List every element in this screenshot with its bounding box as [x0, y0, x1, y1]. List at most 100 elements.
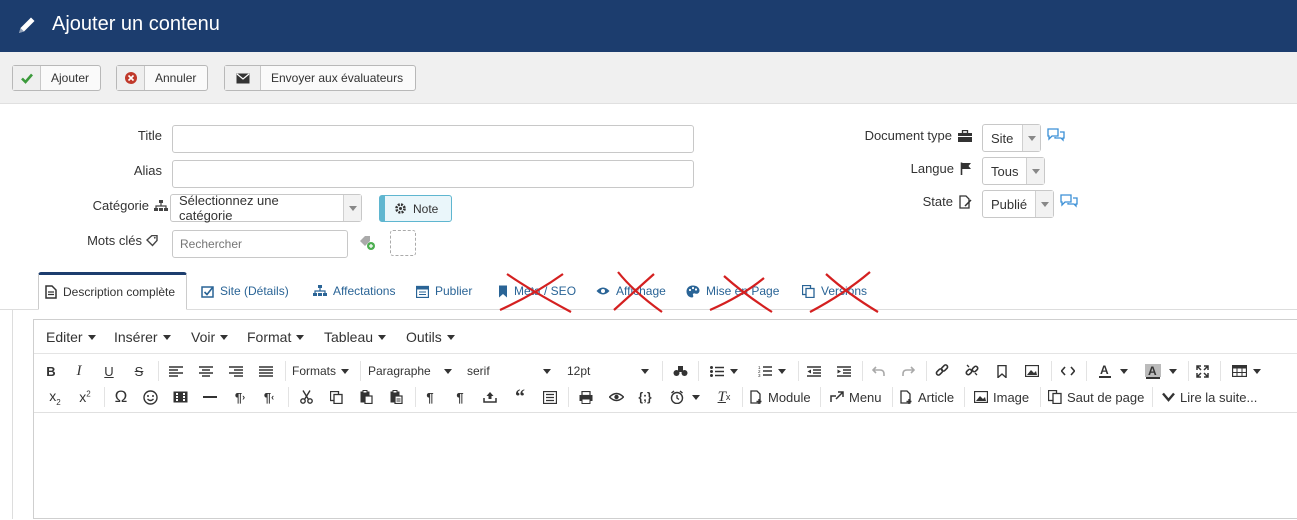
block-format-dropdown[interactable]: Paragraphe: [368, 358, 452, 384]
italic-button[interactable]: I: [68, 358, 90, 384]
insert-menu-button[interactable]: Menu: [826, 384, 886, 410]
insert-article-button[interactable]: Article: [896, 384, 958, 410]
menu-editer[interactable]: Editer: [46, 329, 96, 345]
doctype-select[interactable]: Site: [982, 124, 1041, 152]
code-sample-icon[interactable]: {;}: [632, 384, 658, 410]
paragraph-icon[interactable]: ¶: [418, 384, 442, 410]
numbered-list-icon[interactable]: 123: [752, 358, 792, 384]
emoticon-icon[interactable]: [138, 384, 162, 410]
add-tag-icon[interactable]: [359, 235, 377, 251]
file-add-icon: [900, 390, 912, 404]
source-code-icon[interactable]: [1056, 358, 1080, 384]
send-to-reviewers-button[interactable]: Envoyer aux évaluateurs: [224, 65, 416, 91]
table-icon[interactable]: [1226, 358, 1266, 384]
preview-eye-icon[interactable]: [604, 384, 628, 410]
state-label: State: [860, 194, 972, 209]
insert-image-button[interactable]: Image: [970, 384, 1033, 410]
tab-panel-border: [12, 310, 13, 519]
template-icon[interactable]: [538, 384, 562, 410]
picture-icon: [974, 391, 988, 403]
chevron-down-icon: [1035, 191, 1053, 217]
strikethrough-button[interactable]: S: [128, 358, 150, 384]
tab-site-details[interactable]: Site (Détails): [201, 272, 289, 310]
menu-inserer[interactable]: Insérer: [114, 329, 171, 345]
chevron-down-icon: [343, 195, 361, 221]
redo-icon[interactable]: [896, 358, 920, 384]
editor-menubar: Editer Insérer Voir Format Tableau Outil…: [34, 320, 1297, 354]
editor-toolbar-row-1: B I U S Formats Paragraphe serif 12pt 12…: [34, 358, 1297, 384]
ltr-icon[interactable]: ¶ ›: [228, 384, 252, 410]
svg-text:A: A: [1148, 364, 1157, 378]
underline-button[interactable]: U: [98, 358, 120, 384]
menu-format[interactable]: Format: [247, 329, 305, 345]
subscript-icon[interactable]: x2: [44, 384, 66, 410]
paste-text-icon[interactable]: [384, 384, 408, 410]
link-icon[interactable]: [930, 358, 954, 384]
comment-icon[interactable]: [1060, 194, 1078, 208]
background-color-icon[interactable]: A: [1140, 358, 1182, 384]
doctype-label: Document type: [820, 128, 972, 143]
text-color-icon[interactable]: A: [1092, 358, 1134, 384]
fullscreen-icon[interactable]: [1190, 358, 1214, 384]
unlink-icon[interactable]: [960, 358, 984, 384]
cancel-circle-icon: [117, 66, 145, 90]
menu-tableau[interactable]: Tableau: [324, 329, 387, 345]
show-blocks-icon[interactable]: ¶: [448, 384, 472, 410]
editor-content-area[interactable]: [34, 412, 1297, 520]
chevron-down-icon: [1022, 125, 1040, 151]
bullet-list-icon[interactable]: [704, 358, 744, 384]
language-select[interactable]: Tous: [982, 157, 1045, 185]
tab-publier[interactable]: Publier: [416, 272, 472, 310]
formats-dropdown[interactable]: Formats: [292, 358, 350, 384]
note-button[interactable]: Note: [379, 195, 452, 222]
insert-image-icon[interactable]: [1020, 358, 1044, 384]
svg-text:3: 3: [758, 373, 761, 377]
anchor-bookmark-icon[interactable]: [990, 358, 1014, 384]
keywords-search-input[interactable]: [172, 230, 348, 258]
cross-out-mark: [709, 275, 773, 313]
cancel-button[interactable]: Annuler: [116, 65, 208, 91]
category-select[interactable]: Sélectionnez une catégorie: [170, 193, 362, 223]
font-family-dropdown[interactable]: serif: [467, 358, 551, 384]
check-icon: [13, 66, 41, 90]
comment-icon[interactable]: [1047, 128, 1065, 142]
rtl-icon[interactable]: ¶ ‹: [256, 384, 282, 410]
align-left-icon[interactable]: [164, 358, 188, 384]
cut-icon[interactable]: [294, 384, 318, 410]
title-input[interactable]: [172, 125, 694, 153]
insert-pagebreak-button[interactable]: Saut de page: [1044, 384, 1148, 410]
checkbox-icon: [201, 285, 214, 298]
clear-formatting-icon[interactable]: Tx: [712, 384, 736, 410]
svg-text:A: A: [1100, 364, 1109, 377]
horizontal-rule-icon[interactable]: [198, 384, 222, 410]
align-center-icon[interactable]: [194, 358, 218, 384]
copy-icon[interactable]: [324, 384, 348, 410]
menu-outils[interactable]: Outils: [406, 329, 455, 345]
media-icon[interactable]: [168, 384, 192, 410]
indent-icon[interactable]: [832, 358, 856, 384]
insert-readmore-button[interactable]: Lire la suite...: [1158, 384, 1261, 410]
find-replace-icon[interactable]: [668, 358, 692, 384]
upload-icon[interactable]: [478, 384, 502, 410]
paste-icon[interactable]: [354, 384, 378, 410]
superscript-icon[interactable]: x2: [74, 384, 96, 410]
insert-module-button[interactable]: Module: [746, 384, 815, 410]
align-justify-icon[interactable]: [254, 358, 278, 384]
bold-button[interactable]: B: [40, 358, 62, 384]
insert-datetime-icon[interactable]: [664, 384, 706, 410]
state-select[interactable]: Publié: [982, 190, 1054, 218]
font-size-dropdown[interactable]: 12pt: [567, 358, 649, 384]
undo-icon[interactable]: [866, 358, 890, 384]
tab-affectations[interactable]: Affectations: [313, 272, 395, 310]
tab-description-complete[interactable]: Description complète: [38, 272, 187, 310]
alias-input[interactable]: [172, 160, 694, 188]
special-character-icon[interactable]: Ω: [110, 384, 132, 410]
menu-voir[interactable]: Voir: [191, 329, 229, 345]
add-button[interactable]: Ajouter: [12, 65, 101, 91]
outdent-icon[interactable]: [802, 358, 826, 384]
align-right-icon[interactable]: [224, 358, 248, 384]
editor-toolbar-row-2: x2 x2 Ω ¶ › ¶ ‹ ¶ ¶ “ {;} Tx Module Menu A…: [34, 384, 1297, 410]
flag-icon: [960, 162, 971, 175]
blockquote-icon[interactable]: “: [508, 384, 532, 410]
print-icon[interactable]: [574, 384, 598, 410]
